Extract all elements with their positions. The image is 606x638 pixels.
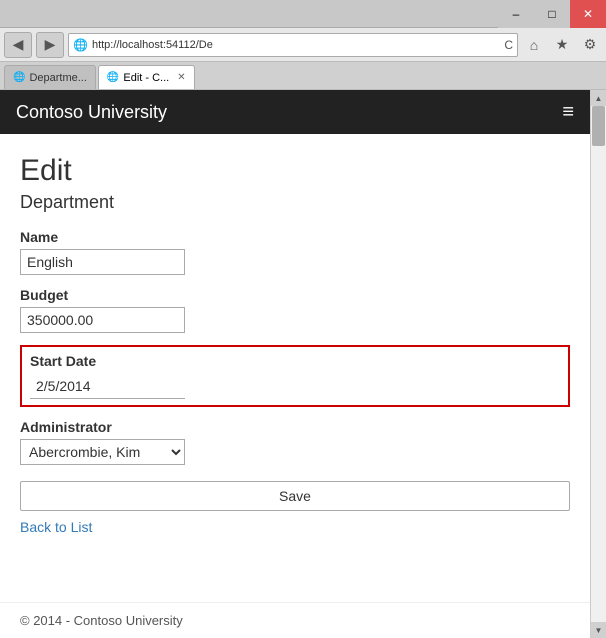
browser-content-wrapper: Contoso University ≡ Edit Department Nam… [0,90,606,638]
startdate-field-group-highlighted: Start Date [20,345,570,407]
back-to-list-link[interactable]: Back to List [20,519,570,535]
scroll-thumb[interactable] [592,106,605,146]
tab-departments[interactable]: 🌐 Departme... [4,65,96,89]
address-text: http://localhost:54112/De [92,39,500,51]
main-content: Edit Department Name Budget Start Date [0,134,590,602]
browser-tabs: 🌐 Departme... 🌐 Edit - C... ✕ [0,62,606,90]
maximize-button[interactable]: □ [534,0,570,28]
administrator-field-group: Administrator Abercrombie, Kim Fakhouri,… [20,419,570,465]
refresh-button[interactable]: C [504,38,513,52]
back-button[interactable]: ◀ [4,32,32,58]
scroll-down-button[interactable]: ▼ [591,622,606,638]
name-field-group: Name [20,229,570,275]
titlebar-buttons: – □ ✕ [498,0,606,28]
home-button[interactable]: ⌂ [522,33,546,57]
tab-page-icon: 🌐 [13,72,25,83]
app-navbar: Contoso University ≡ [0,90,590,134]
favorites-button[interactable]: ★ [550,33,574,57]
tab-departments-label: Departme... [29,72,86,84]
app-title: Contoso University [16,102,167,123]
budget-field-group: Budget [20,287,570,333]
page-title: Edit [20,154,570,188]
tab-edit[interactable]: 🌐 Edit - C... ✕ [98,65,195,89]
scroll-up-button[interactable]: ▲ [591,90,606,106]
tab-close-button[interactable]: ✕ [177,72,185,83]
page-subtitle: Department [20,192,570,213]
scrollbar[interactable]: ▲ ▼ [590,90,606,638]
address-bar[interactable]: 🌐 http://localhost:54112/De C [68,33,518,57]
forward-button[interactable]: ▶ [36,32,64,58]
save-button[interactable]: Save [20,481,570,511]
startdate-label: Start Date [30,353,560,369]
browser-titlebar: – □ ✕ [0,0,606,28]
browser-toolbar: ◀ ▶ 🌐 http://localhost:54112/De C ⌂ ★ ⚙ [0,28,606,62]
name-label: Name [20,229,570,245]
administrator-select[interactable]: Abercrombie, Kim Fakhouri, Fadi Harui, R… [20,439,185,465]
name-input[interactable] [20,249,185,275]
toolbar-icons: ⌂ ★ ⚙ [522,33,602,57]
budget-label: Budget [20,287,570,303]
browser-content: Contoso University ≡ Edit Department Nam… [0,90,590,638]
footer: © 2014 - Contoso University [0,602,590,638]
startdate-input[interactable] [30,373,185,399]
budget-input[interactable] [20,307,185,333]
minimize-button[interactable]: – [498,0,534,28]
edit-form: Name Budget Start Date Administrator [20,229,570,551]
page-icon: 🌐 [73,38,88,52]
administrator-label: Administrator [20,419,570,435]
footer-text: © 2014 - Contoso University [20,613,183,628]
scroll-track[interactable] [591,106,606,622]
settings-button[interactable]: ⚙ [578,33,602,57]
close-button[interactable]: ✕ [570,0,606,28]
tab-edit-label: Edit - C... [123,72,169,84]
hamburger-menu[interactable]: ≡ [562,101,574,124]
tab-edit-icon: 🌐 [107,72,119,83]
